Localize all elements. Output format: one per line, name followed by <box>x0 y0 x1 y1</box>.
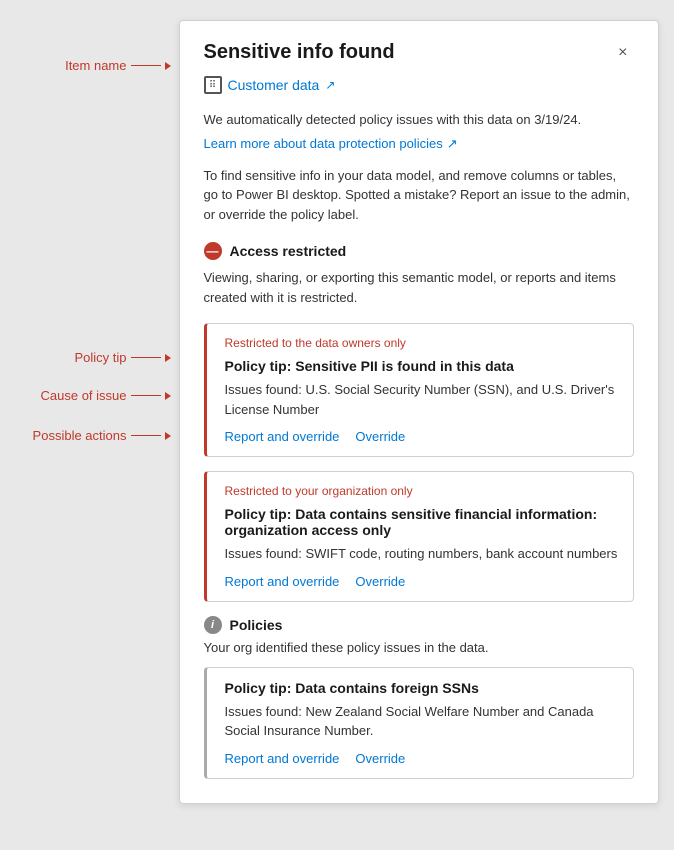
report-override-link-2[interactable]: Report and override <box>225 574 340 589</box>
policies-desc: Your org identified these policy issues … <box>204 640 634 655</box>
override-link-1[interactable]: Override <box>355 429 405 444</box>
policy-card-2: Restricted to your organization only Pol… <box>204 471 634 602</box>
issues-label-2: Issues found: <box>225 546 306 561</box>
policy-tip-title-1: Policy tip: Sensitive PII is found in th… <box>225 358 619 374</box>
policy-tip-title-gray: Policy tip: Data contains foreign SSNs <box>225 680 619 696</box>
policies-title: Policies <box>230 617 283 633</box>
learn-more-icon: ↗ <box>447 136 458 152</box>
sensitive-info-panel: Sensitive info found × Customer data ↗ W… <box>179 20 659 804</box>
close-button[interactable]: × <box>612 42 633 64</box>
issues-text-gray: Issues found: New Zealand Social Welfare… <box>225 702 619 741</box>
annotation-possible-actions: Possible actions <box>33 428 127 443</box>
external-link-icon[interactable]: ↗ <box>325 78 335 92</box>
override-link-2[interactable]: Override <box>355 574 405 589</box>
learn-more-text: Learn more about data protection policie… <box>204 136 443 151</box>
policy-card-gray-actions: Report and override Override <box>225 751 619 766</box>
issues-label-gray: Issues found: <box>225 704 306 719</box>
item-row: Customer data ↗ <box>204 76 634 94</box>
restrict-label-1: Restricted to the data owners only <box>225 336 619 350</box>
access-restricted-header: Access restricted <box>204 242 634 260</box>
access-restricted-desc: Viewing, sharing, or exporting this sema… <box>204 268 634 307</box>
annotation-item-name: Item name <box>65 58 126 73</box>
access-restricted-title: Access restricted <box>230 243 347 259</box>
info-icon: i <box>204 616 222 634</box>
policy-card-gray: Policy tip: Data contains foreign SSNs I… <box>204 667 634 779</box>
restrict-icon <box>204 242 222 260</box>
override-link-gray[interactable]: Override <box>355 751 405 766</box>
annotation-cause-of-issue: Cause of issue <box>41 388 127 403</box>
report-override-link-gray[interactable]: Report and override <box>225 751 340 766</box>
policy-card-2-actions: Report and override Override <box>225 574 619 589</box>
policy-card-1: Restricted to the data owners only Polic… <box>204 323 634 457</box>
issues-text-1: Issues found: U.S. Social Security Numbe… <box>225 380 619 419</box>
panel-title: Sensitive info found <box>204 41 395 64</box>
policy-card-1-actions: Report and override Override <box>225 429 619 444</box>
issues-value-2: SWIFT code, routing numbers, bank accoun… <box>305 546 617 561</box>
learn-more-link[interactable]: Learn more about data protection policie… <box>204 136 458 152</box>
annotation-policy-tip: Policy tip <box>74 350 126 365</box>
item-icon <box>204 76 222 94</box>
restrict-label-2: Restricted to your organization only <box>225 484 619 498</box>
policy-tip-title-2: Policy tip: Data contains sensitive fina… <box>225 506 619 538</box>
issues-label-1: Issues found: <box>225 382 306 397</box>
auto-detect-text: We automatically detected policy issues … <box>204 110 634 130</box>
report-override-link-1[interactable]: Report and override <box>225 429 340 444</box>
panel-header: Sensitive info found × <box>204 41 634 64</box>
policies-header: i Policies <box>204 616 634 634</box>
guidance-text: To find sensitive info in your data mode… <box>204 166 634 225</box>
item-name[interactable]: Customer data <box>228 77 320 93</box>
policies-section: i Policies Your org identified these pol… <box>204 616 634 779</box>
issues-text-2: Issues found: SWIFT code, routing number… <box>225 544 619 564</box>
